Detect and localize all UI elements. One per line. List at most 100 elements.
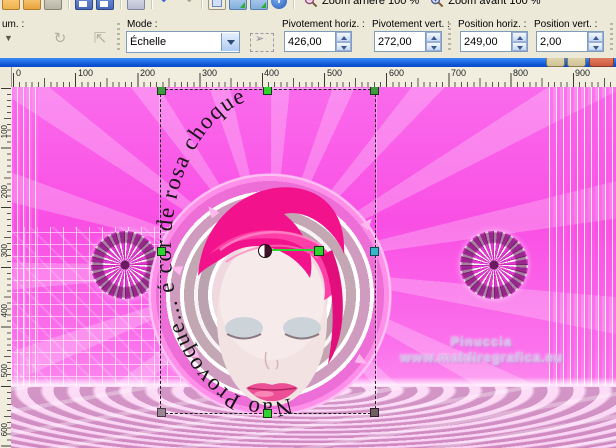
mode-combobox[interactable]: Échelle	[126, 31, 240, 53]
pivot-center-handle[interactable]	[258, 244, 272, 258]
pivot-v-spinner[interactable]	[425, 32, 441, 51]
pivot-h-label: Pivotement horiz. :	[282, 19, 365, 30]
copy-button[interactable]	[208, 0, 226, 10]
v-ruler-label: 100	[0, 125, 9, 139]
position-h-field[interactable]: 249,00	[460, 31, 528, 52]
toolbar-separator	[201, 0, 202, 9]
mode-label: Mode :	[127, 19, 158, 30]
selection-handle-middle-right[interactable]	[370, 247, 379, 256]
deform-box-icon	[250, 32, 274, 52]
watermark-url: www.maldiregrafica.eu	[400, 349, 563, 365]
presets-label-fragment: um. :	[2, 19, 25, 30]
spinner-up-icon[interactable]	[512, 32, 527, 42]
presets-dropdown-button[interactable]: ▼	[4, 33, 18, 47]
chevron-down-icon[interactable]	[221, 33, 239, 51]
pivot-h-value: 426,00	[288, 35, 322, 48]
spinner-down-icon[interactable]	[426, 41, 441, 51]
image-information-button[interactable]: i	[271, 0, 287, 9]
selection-handle-bottom-middle[interactable]	[263, 409, 272, 418]
spinner-down-icon[interactable]	[336, 41, 351, 51]
h-ruler-label: 500	[327, 68, 343, 78]
rotation-handle[interactable]	[314, 246, 324, 256]
scanner-import-button[interactable]	[44, 0, 62, 10]
browse-button[interactable]	[23, 0, 41, 10]
ruler-ticks	[1, 88, 11, 448]
save-as-button[interactable]	[96, 0, 114, 10]
palette-grip[interactable]	[448, 23, 451, 53]
selection-handle-top-left[interactable]	[157, 87, 166, 95]
position-v-value: 2,00	[540, 35, 562, 48]
toolbar-separator	[68, 0, 69, 9]
position-h-value: 249,00	[464, 35, 498, 48]
spinner-up-icon[interactable]	[426, 32, 441, 42]
pointer-tool-button[interactable]: ⇱	[88, 27, 112, 51]
pivot-h-spinner[interactable]	[335, 32, 351, 51]
app-window: ↶ ↷ i Zoom arrière 100 % Zoom avant 100 …	[0, 0, 616, 448]
h-ruler-label: 200	[140, 68, 156, 78]
position-h-label: Position horiz. :	[458, 19, 527, 30]
pivot-h-field[interactable]: 426,00	[284, 31, 352, 52]
h-ruler-label: 700	[451, 68, 467, 78]
position-v-field[interactable]: 2,00	[536, 31, 604, 52]
selection-handle-bottom-left[interactable]	[157, 408, 166, 417]
h-ruler-label: 900	[575, 68, 591, 78]
v-ruler-label: 300	[0, 244, 9, 258]
save-button[interactable]	[75, 0, 93, 10]
selection-handle-top-middle[interactable]	[263, 87, 272, 95]
v-ruler-label: 200	[0, 185, 9, 199]
zoom-in-label: Zoom avant 100 %	[448, 0, 541, 7]
undo-icon[interactable]: ↶	[158, 0, 175, 9]
position-v-spinner[interactable]	[587, 32, 603, 51]
h-ruler-label: 600	[389, 68, 405, 78]
toolbar-separator	[293, 0, 294, 9]
zoom-in-button[interactable]: Zoom avant 100 %	[426, 0, 544, 9]
screen-capture-button[interactable]	[229, 0, 247, 10]
zoom-out-button[interactable]: Zoom arrière 100 %	[300, 0, 423, 9]
zoom-in-icon	[431, 0, 444, 8]
image-window-titlebar[interactable]	[0, 58, 616, 67]
open-file-button[interactable]	[2, 0, 20, 10]
selection-handle-middle-left[interactable]	[157, 247, 166, 256]
selection-handle-bottom-right[interactable]	[370, 408, 379, 417]
palette-grip[interactable]	[610, 23, 613, 53]
horizontal-ruler: 0 100 200 300 400 500 600 700 800 900	[0, 67, 616, 88]
reset-deformation-button[interactable]: ↻	[48, 27, 72, 51]
v-ruler-label: 500	[0, 364, 9, 378]
position-v-label: Position vert. :	[534, 19, 598, 30]
toolbar-separator	[151, 0, 152, 9]
pivot-v-value: 272,00	[378, 35, 412, 48]
mode-value: Échelle	[130, 36, 167, 48]
v-ruler-label: 600	[0, 423, 9, 437]
pivot-v-field[interactable]: 272,00	[374, 31, 442, 52]
watermark: Pinuccia www.maldiregrafica.eu	[394, 334, 569, 365]
selection-handle-top-right[interactable]	[370, 87, 379, 95]
position-h-spinner[interactable]	[511, 32, 527, 51]
pivot-v-label: Pivotement vert. :	[372, 19, 450, 30]
ruler-corner	[0, 67, 12, 88]
capture-setup-button[interactable]	[250, 0, 268, 10]
spinner-up-icon[interactable]	[336, 32, 351, 42]
spinner-down-icon[interactable]	[512, 41, 527, 51]
standard-toolbar: ↶ ↷ i Zoom arrière 100 % Zoom avant 100 …	[0, 0, 616, 18]
zoom-out-label: Zoom arrière 100 %	[322, 0, 420, 7]
v-ruler-label: 400	[0, 304, 9, 318]
image-canvas[interactable]: Não Provoque... é cor de rosa choque Pin…	[11, 87, 616, 448]
close-button[interactable]	[589, 58, 614, 67]
rotation-arm	[270, 249, 316, 251]
print-button[interactable]	[127, 0, 145, 10]
maximize-button[interactable]	[567, 58, 586, 67]
spinner-up-icon[interactable]	[588, 32, 603, 42]
zoom-out-icon	[304, 0, 318, 8]
minimize-button[interactable]	[546, 58, 565, 67]
watermark-name: Pinuccia	[450, 334, 513, 349]
h-ruler-label: 800	[513, 68, 529, 78]
h-ruler-label: 100	[78, 68, 94, 78]
tool-options-palette: um. : ▼ ↻ ⇱ Mode : Échelle Pivotement ho…	[0, 17, 616, 59]
h-ruler-label: 300	[202, 68, 218, 78]
spinner-down-icon[interactable]	[588, 41, 603, 51]
h-ruler-label: 400	[264, 68, 280, 78]
palette-grip[interactable]	[117, 23, 120, 53]
h-ruler-label: 0	[16, 68, 22, 78]
toolbar-separator	[120, 0, 121, 9]
redo-icon[interactable]: ↷	[178, 0, 195, 9]
